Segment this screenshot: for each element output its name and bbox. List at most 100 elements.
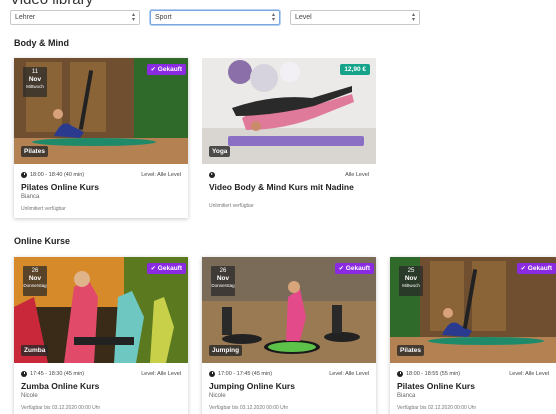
course-title[interactable]: Video Body & Mind Kurs mit Nadine [209,182,369,192]
course-trainer: Bianca [397,393,416,399]
category-tag: Jumping [209,345,243,356]
course-title[interactable]: Pilates Online Kurs [397,381,549,391]
course-info: 18:00 - 18:55 (55 min) Level: Alle Level… [390,363,556,414]
course-card[interactable]: 25 Nov Mittwoch ✔ Gekauft Pilates 18:00 … [390,257,556,414]
check-icon: ✔ [150,67,156,73]
course-availability: Verfügbar bis 02.12.2020 00:00 Uhr [397,405,477,411]
course-time-text: 17:45 - 18:30 (45 min) [30,371,85,377]
purchased-label: Gekauft [527,265,552,272]
course-meta: 18:00 - 18:55 (55 min) Level: Alle Level [397,371,549,377]
course-availability: Unlimitiert verfügbar [21,206,66,212]
purchased-badge: ✔ Gekauft [334,263,374,274]
course-availability: Unlimitiert verfügbar [209,203,254,209]
course-level: Level: Alle Level [329,371,369,377]
date-weekday: Mittwoch [402,283,420,288]
course-info: Alle Level Video Body & Mind Kurs mit Na… [202,164,376,215]
teacher-select-value: Lehrer [15,14,36,21]
course-title[interactable]: Pilates Online Kurs [21,182,181,192]
purchased-label: Gekauft [345,265,370,272]
course-thumbnail[interactable]: 26 Nov Donnerstag ✔ Gekauft Jumping [202,257,376,363]
course-card[interactable]: 26 Nov Donnerstag ✔ Gekauft Jumping 17:0… [202,257,376,414]
category-tag: Pilates [397,345,424,356]
play-icon [209,172,215,178]
course-time: 18:00 - 18:40 (40 min) [21,172,84,178]
purchased-label: Gekauft [157,66,182,73]
level-select-value: Level [295,14,312,21]
section-title-online-kurse: Online Kurse [14,236,71,246]
date-month: Nov [28,275,42,282]
purchased-badge: ✔ Gekauft [516,263,556,274]
course-level: Level: Alle Level [509,371,549,377]
purchased-label: Gekauft [157,265,182,272]
page-title: Video library [10,0,93,8]
check-icon: ✔ [150,266,156,272]
course-trainer: Nicole [209,393,226,399]
course-trainer: Bianca [21,194,40,200]
chevron-updown-icon: ▴ ▾ [131,12,135,23]
date-badge: 11 Nov Mittwoch [23,67,47,97]
course-title[interactable]: Zumba Online Kurs [21,381,181,391]
category-tag: Pilates [21,146,48,157]
category-tag: Zumba [21,345,49,356]
date-day: 26 [219,268,227,274]
course-level: Level: Alle Level [141,371,181,377]
date-weekday: Mittwoch [26,84,44,89]
category-tag: Yoga [209,146,231,157]
date-day: 11 [31,69,39,75]
course-trainer: Nicole [21,393,38,399]
course-meta: 17:00 - 17:45 (45 min) Level: Alle Level [209,371,369,377]
course-availability: Verfügbar bis 03.12.2020 00:00 Uhr [209,405,289,411]
sport-select-value: Sport [155,14,172,21]
date-weekday: Donnerstag [211,283,235,288]
date-badge: 25 Nov Mittwoch [399,266,423,296]
check-icon: ✔ [338,266,344,272]
date-month: Nov [216,275,230,282]
section-title-body-mind: Body & Mind [14,38,69,48]
course-time: 17:45 - 18:30 (45 min) [21,371,84,377]
purchased-badge: ✔ Gekauft [146,64,186,75]
filter-bar: Lehrer ▴ ▾ Sport ▴ ▾ Level ▴ ▾ [10,10,420,25]
price-badge: 12,90 € [340,64,370,75]
teacher-select[interactable]: Lehrer ▴ ▾ [10,10,140,25]
clock-icon [21,371,27,377]
course-thumbnail[interactable]: 11 Nov Mittwoch ✔ Gekauft Pilates [14,58,188,164]
course-type [209,172,215,178]
course-time-text: 18:00 - 18:40 (40 min) [30,172,85,178]
course-meta: 17:45 - 18:30 (45 min) Level: Alle Level [21,371,181,377]
course-level: Level: Alle Level [141,172,181,178]
clock-icon [21,172,27,178]
date-day: 25 [407,268,415,274]
course-time: 18:00 - 18:55 (55 min) [397,371,460,377]
date-badge: 26 Nov Donnerstag [23,266,47,296]
course-availability: Verfügbar bis 03.12.2020 00:00 Uhr [21,405,101,411]
course-meta: 18:00 - 18:40 (40 min) Level: Alle Level [21,172,181,178]
course-time-text: 18:00 - 18:55 (55 min) [406,371,461,377]
course-title[interactable]: Jumping Online Kurs [209,381,369,391]
course-info: 17:00 - 17:45 (45 min) Level: Alle Level… [202,363,376,414]
course-card[interactable]: 12,90 € Yoga Alle Level Video Body & Min… [202,58,376,215]
date-month: Nov [404,275,418,282]
course-thumbnail[interactable]: 26 Nov Donnerstag ✔ Gekauft Zumba [14,257,188,363]
course-info: 17:45 - 18:30 (45 min) Level: Alle Level… [14,363,188,414]
date-badge: 26 Nov Donnerstag [211,266,235,296]
course-thumbnail[interactable]: 25 Nov Mittwoch ✔ Gekauft Pilates [390,257,556,363]
course-meta: Alle Level [209,172,369,178]
course-card[interactable]: 11 Nov Mittwoch ✔ Gekauft Pilates 18:00 … [14,58,188,218]
date-month: Nov [28,76,42,83]
clock-icon [209,371,215,377]
check-icon: ✔ [520,266,526,272]
course-thumbnail[interactable]: 12,90 € Yoga [202,58,376,164]
date-weekday: Donnerstag [23,283,47,288]
course-time-text: 17:00 - 17:45 (45 min) [218,371,273,377]
date-day: 26 [31,268,39,274]
chevron-updown-icon: ▴ ▾ [271,12,275,23]
course-info: 18:00 - 18:40 (40 min) Level: Alle Level… [14,164,188,218]
purchased-badge: ✔ Gekauft [146,263,186,274]
course-level: Alle Level [345,172,369,178]
chevron-updown-icon: ▴ ▾ [411,12,415,23]
course-card[interactable]: 26 Nov Donnerstag ✔ Gekauft Zumba 17:45 … [14,257,188,414]
level-select[interactable]: Level ▴ ▾ [290,10,420,25]
course-time: 17:00 - 17:45 (45 min) [209,371,272,377]
sport-select[interactable]: Sport ▴ ▾ [150,10,280,25]
clock-icon [397,371,403,377]
